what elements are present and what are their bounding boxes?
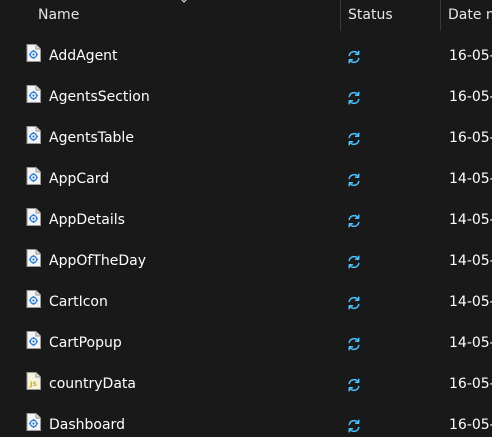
file-date-modified: 16-05- — [449, 376, 492, 392]
sync-pending-icon — [346, 131, 362, 147]
column-header-status[interactable]: Status — [348, 0, 393, 31]
sort-chevron-icon[interactable] — [178, 0, 190, 5]
file-date-modified: 14-05- — [449, 253, 492, 269]
file-date-modified: 14-05- — [449, 212, 492, 228]
sync-pending-icon — [346, 49, 362, 65]
file-row[interactable]: CartIcon 14-05- — [0, 282, 492, 323]
file-row[interactable]: JS countryData 16-05- — [0, 364, 492, 405]
component-file-icon — [26, 167, 41, 185]
file-name[interactable]: AppDetails — [49, 200, 125, 241]
file-row[interactable]: AppOfTheDay 14-05- — [0, 241, 492, 282]
component-file-icon — [26, 413, 41, 431]
component-file-icon — [26, 126, 41, 144]
component-file-icon — [26, 208, 41, 226]
component-file-icon — [26, 44, 41, 62]
file-row[interactable]: AppDetails 14-05- — [0, 200, 492, 241]
sync-pending-icon — [346, 377, 362, 393]
file-name[interactable]: CartIcon — [49, 282, 108, 323]
column-divider[interactable] — [440, 0, 441, 31]
file-date-modified: 16-05- — [449, 48, 492, 64]
column-header-bar: Name Status Date m — [0, 0, 492, 31]
component-file-icon — [26, 331, 41, 349]
file-explorer: Name Status Date m AddAgent 16-05- — [0, 0, 492, 437]
column-header-date-modified[interactable]: Date m — [448, 0, 492, 31]
file-row[interactable]: AgentsSection 16-05- — [0, 77, 492, 118]
component-file-icon — [26, 290, 41, 308]
file-name[interactable]: Dashboard — [49, 405, 125, 437]
file-name[interactable]: AddAgent — [49, 36, 118, 77]
svg-text:JS: JS — [29, 380, 37, 388]
sync-pending-icon — [346, 418, 362, 434]
sync-pending-icon — [346, 90, 362, 106]
file-name[interactable]: AppOfTheDay — [49, 241, 146, 282]
file-name[interactable]: AgentsTable — [49, 118, 134, 159]
file-date-modified: 14-05- — [449, 335, 492, 351]
sync-pending-icon — [346, 213, 362, 229]
file-row[interactable]: Dashboard 16-05- — [0, 405, 492, 437]
file-name[interactable]: countryData — [49, 364, 136, 405]
sync-pending-icon — [346, 336, 362, 352]
component-file-icon — [26, 85, 41, 103]
file-row[interactable]: AddAgent 16-05- — [0, 36, 492, 77]
file-row[interactable]: AgentsTable 16-05- — [0, 118, 492, 159]
file-row[interactable]: AppCard 14-05- — [0, 159, 492, 200]
file-date-modified: 16-05- — [449, 89, 492, 105]
sync-pending-icon — [346, 295, 362, 311]
file-row[interactable]: CartPopup 14-05- — [0, 323, 492, 364]
file-date-modified: 14-05- — [449, 171, 492, 187]
js-file-icon: JS — [26, 372, 41, 390]
component-file-icon — [26, 249, 41, 267]
column-header-name[interactable]: Name — [38, 0, 79, 31]
file-date-modified: 16-05- — [449, 130, 492, 146]
file-date-modified: 16-05- — [449, 417, 492, 433]
file-list: AddAgent 16-05- AgentsSection 16-05- Age… — [0, 36, 492, 437]
file-name[interactable]: AppCard — [49, 159, 109, 200]
file-name[interactable]: AgentsSection — [49, 77, 150, 118]
column-divider[interactable] — [340, 0, 341, 31]
file-name[interactable]: CartPopup — [49, 323, 122, 364]
sync-pending-icon — [346, 172, 362, 188]
sync-pending-icon — [346, 254, 362, 270]
file-date-modified: 14-05- — [449, 294, 492, 310]
